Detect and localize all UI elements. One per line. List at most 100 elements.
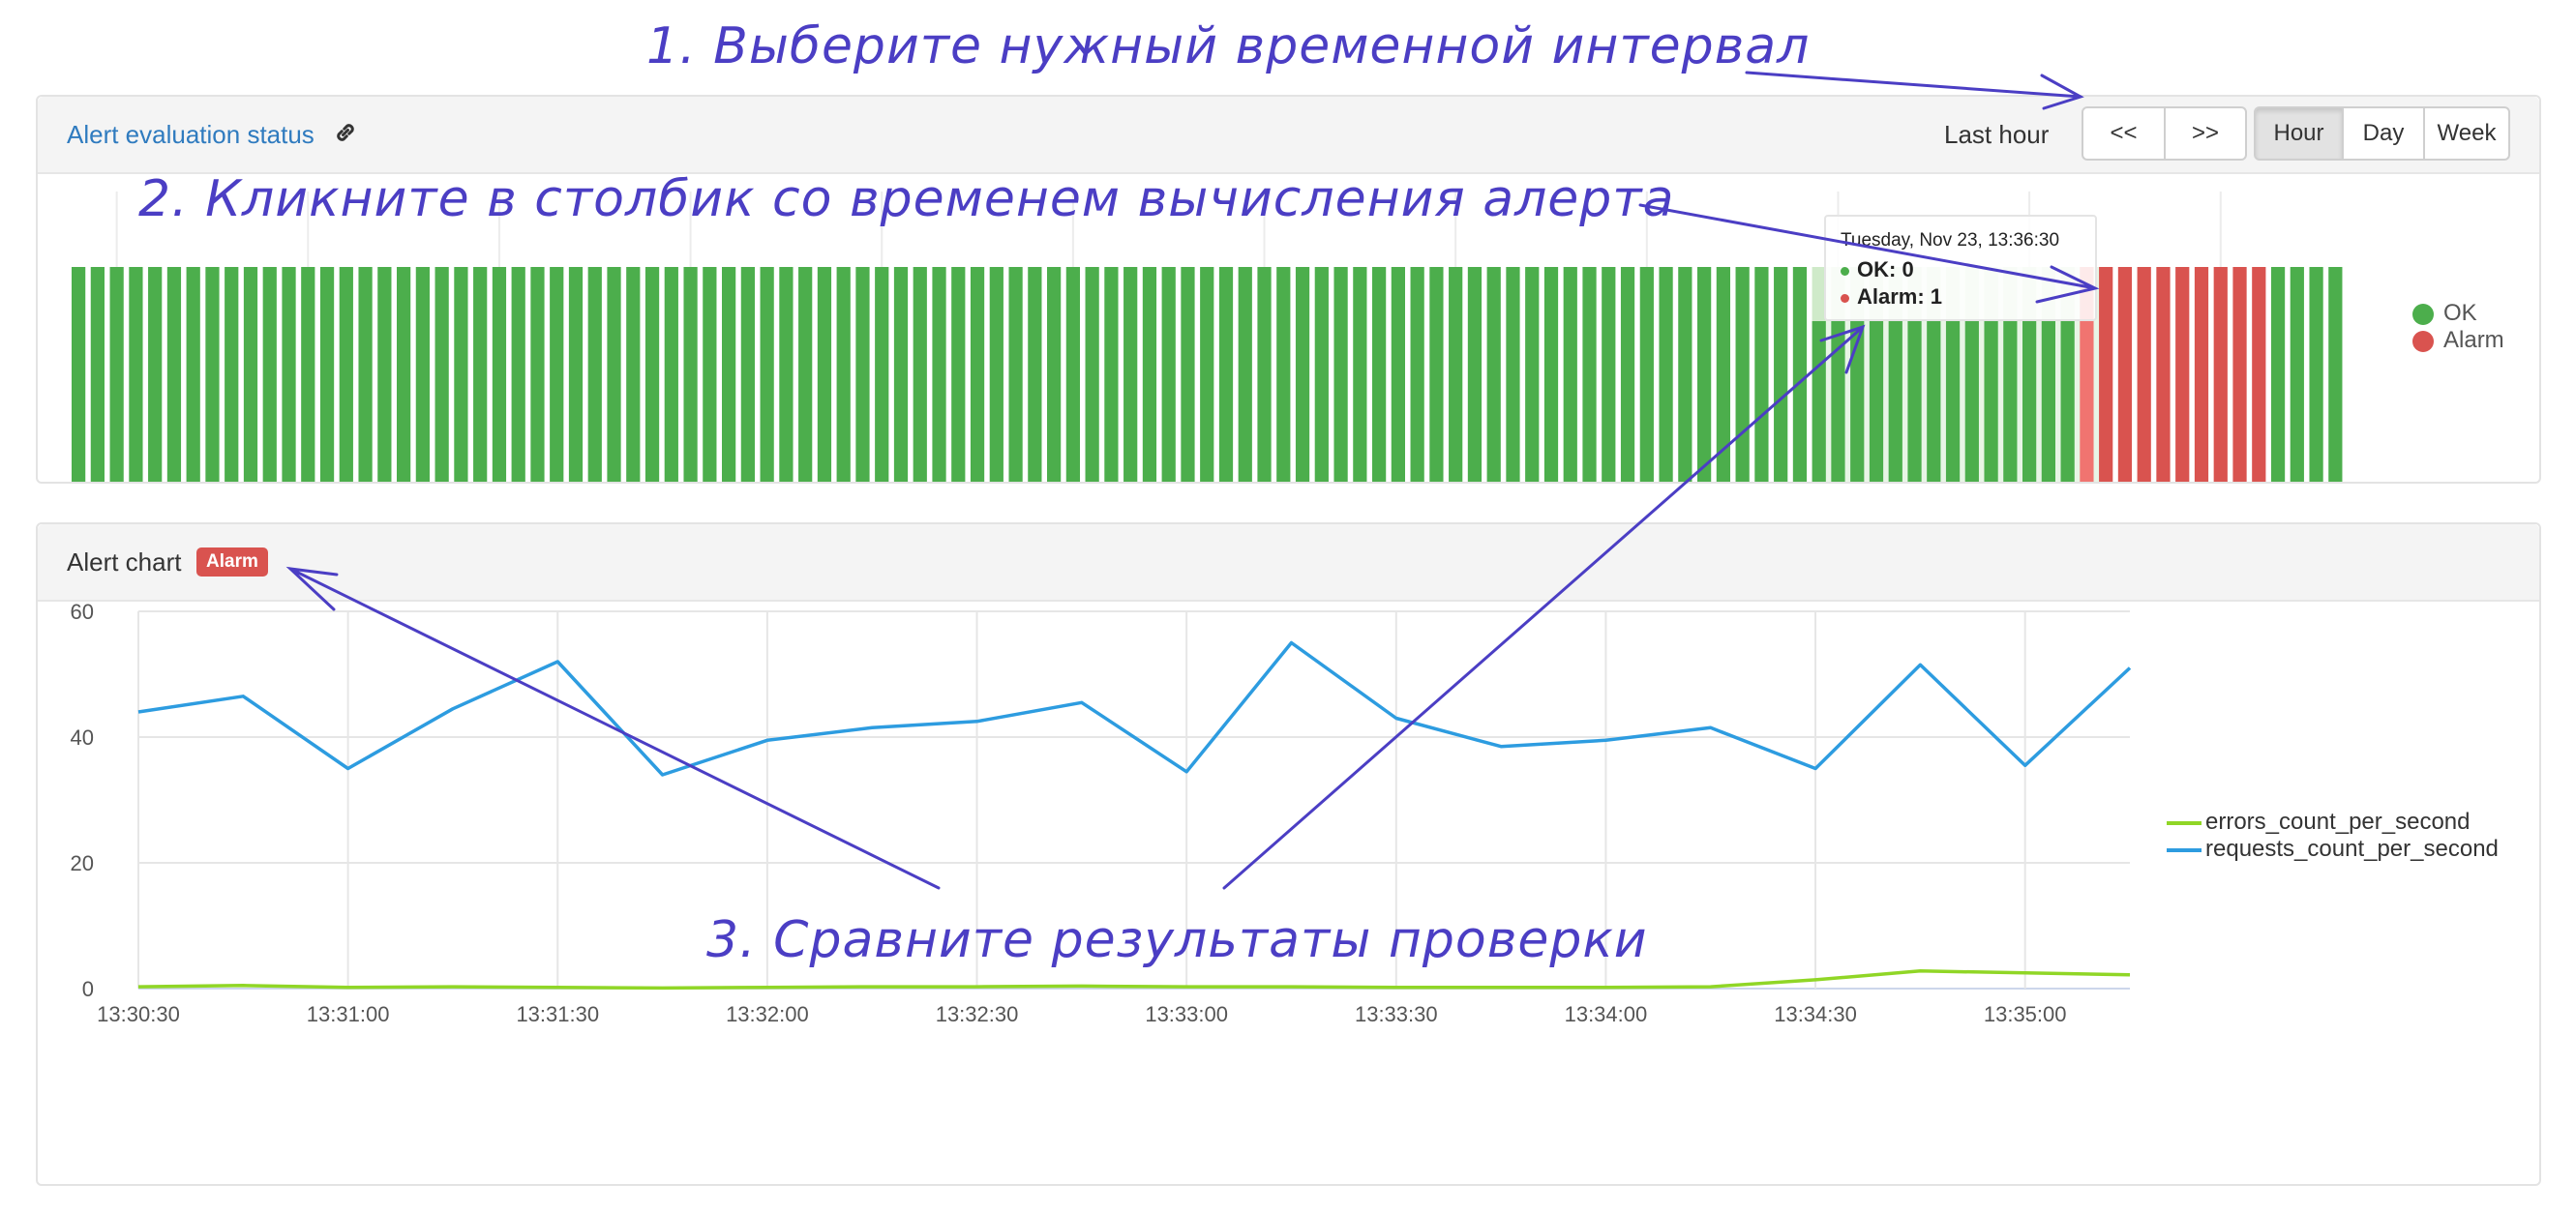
status-bar-alarm (2156, 267, 2171, 482)
status-bar-ok (1964, 321, 1979, 482)
status-bar-ok (664, 267, 678, 482)
status-bar-ok (740, 267, 755, 482)
status-bar-ok (1774, 267, 1788, 482)
status-bar-alarm (2252, 267, 2266, 482)
status-bar-ok (90, 267, 105, 482)
alert-line-chart[interactable]: 0 20 40 60 13:30:30 13:31:00 13:31:30 13:32:00 1… (38, 600, 2539, 1180)
status-bar-ok (377, 267, 392, 482)
annotation-step-3: 3. Сравните результаты проверки (706, 911, 1648, 969)
status-bar-ok (148, 267, 163, 482)
status-panel-title: Alert evaluation status (67, 120, 315, 150)
status-bar-ok (1410, 267, 1424, 482)
alert-evaluation-status-panel: Alert evaluation status Last hour << >> … (36, 95, 2541, 484)
tooltip-alarm-dot (1841, 293, 1849, 303)
status-bar-ok (683, 267, 698, 482)
line-chart-x-tick-label: 13:34:30 (1774, 1002, 1857, 1026)
status-bar-ok (550, 267, 564, 482)
status-bar-ok (1276, 267, 1291, 482)
status-bar-ok (1602, 267, 1616, 482)
annotation-step-2: 2. Кликните в столбик со временем вычисл… (138, 170, 1675, 228)
status-bar-ok (1257, 267, 1272, 482)
status-bar-ok (1123, 267, 1138, 482)
status-bar-ok (454, 267, 468, 482)
status-bar-ok (644, 267, 660, 482)
status-bar-ok (2290, 267, 2304, 482)
line-chart-x-tick-label: 13:34:00 (1565, 1002, 1648, 1026)
status-bar-ok (339, 267, 353, 482)
status-bar-ok (1525, 267, 1540, 482)
status-bar-ok (530, 267, 545, 482)
status-bar-ok (1181, 267, 1195, 482)
legend-errors-swatch (2167, 821, 2202, 825)
next-interval-button[interactable]: >> (2164, 106, 2247, 161)
status-bar-ok (319, 267, 335, 482)
status-bar-ok (951, 267, 966, 482)
line-chart-x-tick-label: 13:33:30 (1355, 1002, 1438, 1026)
status-bar-ok (1984, 321, 1998, 482)
status-bar-ok (282, 267, 296, 482)
legend-alarm-marker (2412, 331, 2434, 352)
status-bar-ok (1372, 267, 1387, 482)
status-bar-ok (1945, 321, 1961, 482)
status-bar-ok (1295, 267, 1310, 482)
status-bar-ok (798, 267, 813, 482)
status-bar-ok (358, 267, 373, 482)
status-bar-ok (243, 267, 258, 482)
status-bar-ok (205, 267, 220, 482)
line-chart-x-tick-label: 13:35:00 (1984, 1002, 2067, 1026)
legend-ok-marker (2412, 304, 2434, 325)
status-bar-ok (1792, 267, 1808, 482)
status-bar-ok (1333, 267, 1348, 482)
status-bar-ok (568, 267, 584, 482)
status-bar-ok (1907, 321, 1922, 482)
status-bar-ok (1047, 267, 1062, 482)
status-panel-header: Alert evaluation status Last hour << >> … (38, 97, 2539, 174)
status-bar-ok (1200, 267, 1214, 482)
status-bar-ok (1467, 267, 1483, 482)
status-bar-ok (2270, 267, 2286, 482)
line-chart-y-tick-label: 20 (71, 851, 94, 875)
status-bar-ok (1391, 267, 1405, 482)
status-bar-ok (1238, 267, 1252, 482)
status-title-link[interactable]: Alert evaluation status (67, 120, 315, 149)
prev-interval-button[interactable]: << (2082, 106, 2166, 161)
range-day-button[interactable]: Day (2342, 106, 2425, 161)
tooltip-time: Tuesday, Nov 23, 13:36:30 (1841, 230, 2060, 251)
status-bar-ok (129, 267, 143, 482)
line-chart-x-tick-label: 13:30:30 (97, 1002, 180, 1026)
status-bar-ok (434, 267, 449, 482)
status-bar-alarm (2099, 267, 2113, 482)
status-bar-alarm (2137, 267, 2151, 482)
range-hour-button[interactable]: Hour (2254, 106, 2344, 161)
status-bar-ok (836, 267, 851, 482)
status-bar-ok (1716, 267, 1730, 482)
status-bar-ok (1697, 267, 1712, 482)
legend-ok-label: OK (2443, 300, 2477, 326)
status-bar-ok (1142, 267, 1157, 482)
tooltip-ok-dot (1841, 266, 1849, 276)
legend-requests-label: requests_count_per_second (2205, 836, 2499, 862)
line-chart-y-tick-label: 0 (82, 977, 94, 1001)
status-bar-ok (970, 267, 985, 482)
legend-requests-swatch (2167, 848, 2202, 852)
status-bar-ok (722, 267, 736, 482)
status-bar-ok (1812, 321, 1826, 482)
alarm-status-badge: Alarm (196, 547, 268, 577)
status-bar-ok (779, 267, 794, 482)
time-range-group: Hour Day Week (2254, 106, 2510, 161)
range-label: Last hour (1944, 120, 2050, 149)
range-week-button[interactable]: Week (2423, 106, 2510, 161)
status-bar-ok (760, 267, 774, 482)
link-icon[interactable] (331, 118, 360, 147)
status-bar-ok (1850, 321, 1865, 482)
tooltip-ok-value: OK: 0 (1857, 257, 1914, 281)
status-bar-ok (913, 267, 927, 482)
status-bar-ok (1620, 267, 1635, 482)
status-bar-ok (1678, 267, 1692, 482)
status-bar-alarm (2194, 267, 2209, 482)
status-bar-ok (1028, 267, 1042, 482)
status-bar-ok (2060, 321, 2075, 482)
status-bar-ok (415, 267, 430, 482)
status-bar-alarm (2175, 267, 2190, 482)
status-bar-ok (1486, 267, 1501, 482)
